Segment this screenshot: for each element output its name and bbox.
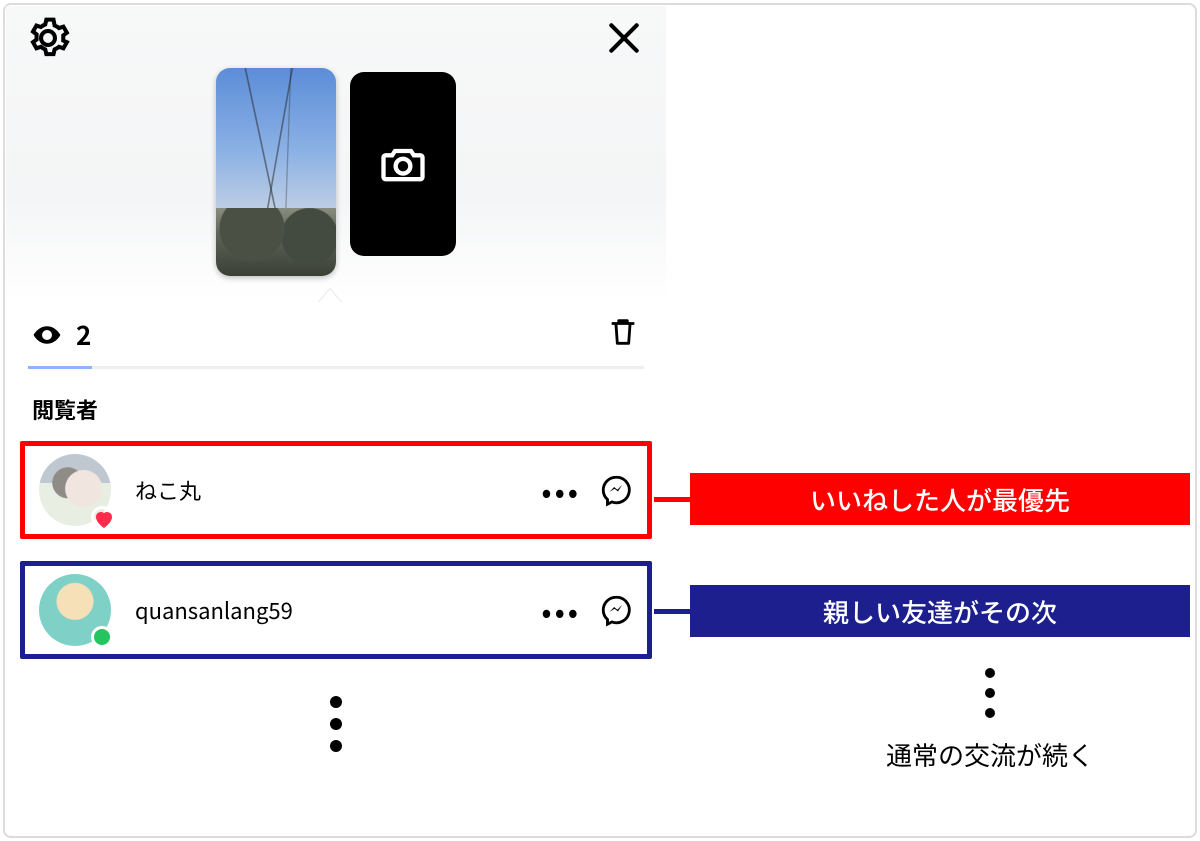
settings-button[interactable]	[26, 16, 70, 60]
viewer-row-actions: •••	[541, 593, 633, 627]
close-icon	[605, 19, 643, 57]
callout-connector	[654, 497, 692, 502]
more-viewers-ellipsis	[6, 681, 666, 752]
callout-text: いいねした人が最優先	[810, 481, 1070, 518]
thumb-view-count-value: 2	[284, 238, 297, 270]
delete-story-button[interactable]	[606, 315, 640, 354]
viewers-section-title: 閲覧者	[6, 369, 666, 441]
tab-underline	[28, 366, 644, 369]
avatar[interactable]	[39, 454, 111, 526]
like-badge	[91, 506, 113, 528]
online-badge	[91, 626, 113, 648]
thumb-view-count: 2	[216, 238, 336, 270]
selected-story-pointer	[318, 289, 342, 303]
viewer-row-actions: •••	[541, 473, 633, 507]
view-count-value: 2	[76, 316, 92, 353]
eye-icon	[256, 243, 278, 265]
vertical-dots-icon	[330, 696, 342, 752]
tab-underline-active	[28, 366, 92, 369]
view-count: 2	[32, 316, 92, 353]
close-button[interactable]	[602, 16, 646, 60]
vertical-dots-icon	[985, 668, 995, 718]
current-story-thumbnail[interactable]: 2	[216, 68, 336, 276]
story-viewers-screen: 2 2 閲覧者	[6, 6, 666, 752]
messenger-icon[interactable]	[599, 593, 633, 627]
viewers-stats-row: 2	[6, 301, 666, 362]
eye-icon	[32, 320, 62, 350]
trash-icon	[606, 315, 640, 349]
viewer-row-liked[interactable]: ねこ丸 •••	[20, 441, 652, 539]
callout-text: 通常の交流が続く	[886, 736, 1094, 773]
gear-icon	[26, 16, 70, 60]
avatar[interactable]	[39, 574, 111, 646]
callout-normal-follow: 通常の交流が続く	[886, 668, 1094, 773]
add-story-button[interactable]	[350, 72, 456, 256]
story-thumbnails: 2	[216, 68, 456, 276]
callout-close-friends-second: 親しい友達がその次	[690, 585, 1190, 637]
story-header: 2	[6, 6, 666, 301]
messenger-icon[interactable]	[599, 473, 633, 507]
callout-liked-first: いいねした人が最優先	[690, 473, 1190, 525]
callout-text: 親しい友達がその次	[823, 593, 1057, 630]
viewer-username: ねこ丸	[135, 474, 517, 506]
viewer-row-close-friend[interactable]: quansanlang59 •••	[20, 561, 652, 659]
heart-icon	[92, 507, 116, 531]
camera-icon	[377, 138, 429, 190]
viewer-username: quansanlang59	[135, 594, 517, 626]
callout-connector	[654, 609, 692, 614]
